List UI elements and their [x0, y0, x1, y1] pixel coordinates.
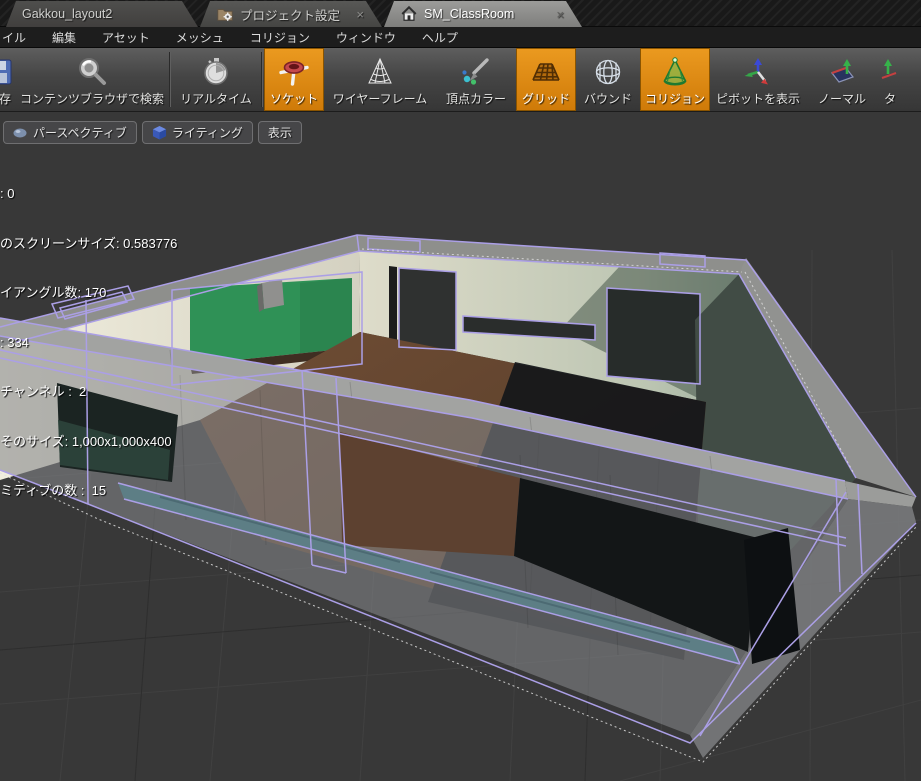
menu-file[interactable]: イル: [0, 29, 39, 46]
tab-sm-classroom[interactable]: SM_ClassRoom ×: [384, 1, 582, 27]
find-in-content-browser-button[interactable]: コンテンツブラウザで検索: [16, 48, 168, 111]
stat-lod: : 0: [0, 186, 15, 201]
stat-num-primitives: ミティブの数 : 15: [0, 483, 107, 498]
tab-close-icon[interactable]: ×: [356, 8, 364, 21]
tangent-icon: [878, 54, 906, 90]
save-icon: [0, 54, 14, 90]
wireframe-button[interactable]: ワイヤーフレーム: [324, 48, 436, 111]
toolbar-separator: [261, 52, 263, 107]
sockets-button[interactable]: ソケット: [264, 48, 324, 111]
socket-icon: [277, 54, 311, 90]
grid-button[interactable]: グリッド: [516, 48, 576, 111]
collision-icon: [658, 54, 692, 90]
stat-approx-size: そのサイズ: 1,000x1,000x400: [0, 433, 172, 449]
tab-label: Gakkou_layout2: [22, 7, 113, 21]
stat-vertices: : 334: [0, 334, 29, 350]
normal-icon: [826, 54, 858, 90]
tab-close-icon[interactable]: ×: [556, 8, 564, 21]
window-opening: [607, 288, 700, 384]
menu-edit[interactable]: 編集: [39, 29, 89, 46]
bounds-icon: [592, 54, 624, 90]
mesh-stats: : 0 のスクリーンサイズ: 0.583776 イアングル数: 170 : 33…: [0, 153, 177, 533]
tangents-button[interactable]: タ: [878, 48, 906, 111]
lighting-button[interactable]: ライティング: [141, 121, 253, 144]
menu-help[interactable]: ヘルプ: [409, 29, 471, 46]
folder-gear-icon: [216, 5, 234, 23]
stat-uv-channels: チャンネル : 2: [0, 384, 87, 399]
collision-button[interactable]: コリジョン: [640, 48, 710, 111]
3d-viewport[interactable]: パースペクティブ ライティング 表示 : 0 のスクリーンサイズ: 0.5837…: [0, 112, 921, 781]
search-icon: [76, 54, 108, 90]
grid-icon: [529, 54, 563, 90]
stat-screen-size: のスクリーンサイズ: 0.583776: [0, 235, 178, 251]
vertex-color-icon: [460, 54, 492, 90]
realtime-button[interactable]: リアルタイム: [172, 48, 260, 111]
perspective-icon: [13, 128, 27, 137]
viewport-toolbar: パースペクティブ ライティング 表示: [3, 121, 302, 144]
lighting-cube-icon: [152, 125, 166, 140]
pivot-icon: [742, 54, 774, 90]
window-opening: [399, 268, 456, 350]
toolbar: 存 コンテンツブラウザで検索 リアルタイム ソケット ワイヤーフレーム 頂点カラ…: [0, 48, 921, 112]
tab-bar: Gakkou_layout2 プロジェクト設定 × SM_ClassRoom ×: [0, 0, 921, 27]
static-mesh-editor-window: Gakkou_layout2 プロジェクト設定 × SM_ClassRoom ×…: [0, 0, 921, 781]
normals-button[interactable]: ノーマル: [806, 48, 878, 111]
bounds-button[interactable]: バウンド: [576, 48, 640, 111]
stopwatch-icon: [200, 54, 232, 90]
show-button[interactable]: 表示: [257, 121, 302, 144]
house-icon: [400, 5, 418, 23]
menu-asset[interactable]: アセット: [89, 29, 163, 46]
tab-label: SM_ClassRoom: [424, 7, 515, 21]
perspective-button[interactable]: パースペクティブ: [3, 121, 137, 144]
toolbar-separator: [169, 52, 171, 107]
menu-mesh[interactable]: メッシュ: [163, 29, 237, 46]
menu-collision[interactable]: コリジョン: [237, 29, 323, 46]
tab-label: プロジェクト設定: [240, 8, 341, 23]
menu-bar: イル 編集 アセット メッシュ コリジョン ウィンドウ ヘルプ: [0, 27, 921, 48]
tab-project-settings[interactable]: プロジェクト設定 ×: [200, 1, 382, 27]
menu-window[interactable]: ウィンドウ: [323, 29, 409, 46]
save-button[interactable]: 存: [0, 48, 16, 111]
wireframe-icon: [364, 54, 396, 90]
show-pivot-button[interactable]: ピボットを表示: [710, 48, 806, 111]
stat-triangles: イアングル数: 170: [0, 285, 107, 300]
tab-gakkou-layout2[interactable]: Gakkou_layout2: [6, 1, 198, 27]
vertex-color-button[interactable]: 頂点カラー: [436, 48, 516, 111]
